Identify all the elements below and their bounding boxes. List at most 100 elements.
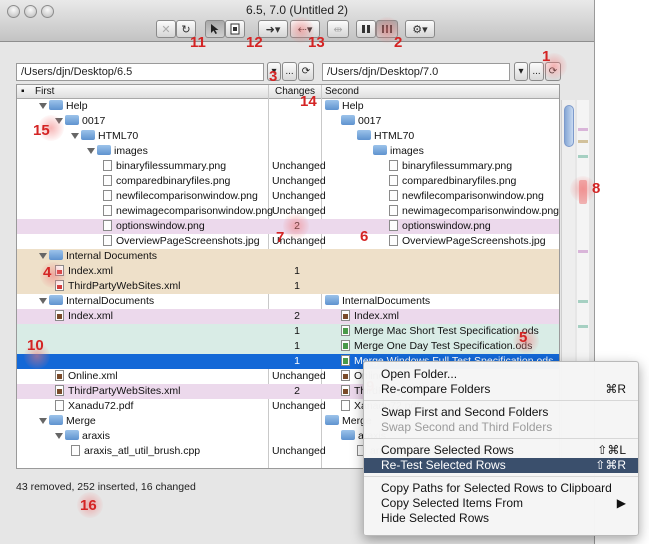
menu-item-shortcut: ⇧⌘L <box>597 443 626 457</box>
disclosure-triangle-icon[interactable] <box>55 433 63 439</box>
first-name-label: newfilecomparisonwindow.png <box>116 190 258 202</box>
menu-item[interactable]: Copy Paths for Selected Rows to Clipboar… <box>364 481 638 496</box>
menu-item[interactable]: Re-compare Folders ⌘R <box>364 382 638 397</box>
table-row[interactable]: InternalDocuments InternalDocuments <box>17 294 559 309</box>
table-row[interactable]: 1 Merge One Day Test Specification.ods <box>17 339 559 354</box>
disclosure-triangle-icon[interactable] <box>39 103 47 109</box>
disclosure-triangle-icon[interactable] <box>87 148 95 154</box>
second-name-label: Help <box>342 100 364 112</box>
file-icon <box>103 160 112 171</box>
table-row[interactable]: ThirdPartyWebSites.xml 1 <box>17 279 559 294</box>
overview-mark <box>578 250 588 253</box>
changes-cell: Unchanged <box>272 175 326 187</box>
folder-icon <box>341 430 355 440</box>
second-name-cell: Help <box>325 100 364 112</box>
overview-mark <box>578 155 588 158</box>
folder-icon <box>325 100 339 110</box>
menu-item[interactable]: Open Folder... <box>364 367 638 382</box>
changes-cell: Unchanged <box>272 445 326 457</box>
menu-item[interactable]: Re-Test Selected Rows ⇧⌘R <box>364 458 638 473</box>
callout-13: 13 <box>308 34 325 51</box>
second-name-cell: images <box>373 145 424 157</box>
second-name-cell: Merge Mac Short Test Specification.ods <box>341 325 539 337</box>
menu-item-shortcut: ⇧⌘R <box>595 458 626 472</box>
select-pointer-button[interactable] <box>205 20 225 38</box>
first-folder-path-input[interactable]: /Users/djn/Desktop/6.5 <box>16 63 264 81</box>
second-name-cell: Merge One Day Test Specification.ods <box>341 340 532 352</box>
cancel-button[interactable]: ✕ <box>156 20 176 38</box>
menu-item[interactable]: Compare Selected Rows ⇧⌘L <box>364 443 638 458</box>
callout-5: 5 <box>519 329 528 346</box>
scrollbar-thumb[interactable] <box>564 105 574 147</box>
second-name-label: HTML70 <box>374 130 415 142</box>
second-name-label: images <box>390 145 424 157</box>
second-name-label: Index.xml <box>354 310 399 322</box>
callout-4: 4 <box>43 264 52 281</box>
menu-item-label: Swap First and Second Folders <box>381 405 549 419</box>
first-name-cell: Online.xml <box>55 370 118 382</box>
first-name-label: ThirdPartyWebSites.xml <box>68 280 181 292</box>
first-name-cell: comparedbinaryfiles.png <box>103 175 230 187</box>
table-row[interactable]: Help Help <box>17 99 559 114</box>
first-name-label: 0017 <box>82 115 106 127</box>
table-row[interactable]: Index.xml 1 <box>17 264 559 279</box>
first-name-label: araxis <box>82 430 111 442</box>
actions-menu-button[interactable]: ⚙ ▾ <box>405 20 435 38</box>
folder-icon <box>49 295 63 305</box>
second-folder-path-input[interactable]: /Users/djn/Desktop/7.0 <box>322 63 510 81</box>
file-icon <box>55 370 64 381</box>
table-row[interactable]: binaryfilessummary.png Unchanged binaryfil… <box>17 159 559 174</box>
merge-button[interactable]: ⇹ <box>327 20 349 38</box>
first-name-cell: HTML70 <box>71 130 138 142</box>
file-icon <box>55 385 64 396</box>
first-name-label: araxis_atl_util_brush.cpp <box>84 445 201 457</box>
disclosure-triangle-icon[interactable] <box>39 298 47 304</box>
table-row[interactable]: 1 Merge Mac Short Test Specification.ods <box>17 324 559 339</box>
callout-8: 8 <box>592 180 601 197</box>
first-path-browse-button[interactable]: ... <box>282 62 297 81</box>
menu-separator <box>364 476 638 477</box>
pointer-icon <box>211 24 219 34</box>
two-way-layout-button[interactable] <box>356 20 376 38</box>
first-name-label: optionswindow.png <box>116 220 205 232</box>
table-row[interactable]: Index.xml 2 Index.xml <box>17 309 559 324</box>
second-name-cell: newfilecomparisonwindow.png <box>389 190 544 202</box>
disclosure-triangle-icon[interactable] <box>39 253 47 259</box>
callout-2: 2 <box>394 34 403 51</box>
chevron-down-icon: ▾ <box>274 23 281 36</box>
header-first[interactable]: First <box>35 86 54 97</box>
first-name-cell: images <box>87 145 148 157</box>
menu-item-label: Copy Selected Items From <box>381 496 524 510</box>
file-icon <box>341 325 350 336</box>
first-name-cell: binaryfilessummary.png <box>103 160 226 172</box>
callout-10: 10 <box>27 337 44 354</box>
callout-1: 1 <box>542 48 551 65</box>
folder-icon <box>81 130 95 140</box>
callout-6: 6 <box>360 228 369 245</box>
table-row[interactable]: images images <box>17 144 559 159</box>
first-name-label: Internal Documents <box>66 250 158 262</box>
second-path-dropdown[interactable]: ▾ <box>514 62 528 81</box>
folder-icon <box>65 115 79 125</box>
second-name-cell: binaryfilessummary.png <box>389 160 512 172</box>
disclosure-triangle-icon[interactable] <box>39 418 47 424</box>
folder-icon <box>49 250 63 260</box>
file-icon <box>389 235 398 246</box>
menu-item[interactable]: Copy Selected Items From ▶ <box>364 496 638 511</box>
changes-cell: 1 <box>294 340 300 352</box>
table-row[interactable]: comparedbinaryfiles.png Unchanged compared… <box>17 174 559 189</box>
table-row[interactable]: newfilecomparisonwindow.png Unchanged newf… <box>17 189 559 204</box>
table-row[interactable]: HTML70 HTML70 <box>17 129 559 144</box>
table-row[interactable]: Internal Documents <box>17 249 559 264</box>
menu-item[interactable]: Swap First and Second Folders <box>364 405 638 420</box>
menu-item[interactable]: Hide Selected Rows <box>364 511 638 526</box>
first-name-label: images <box>114 145 148 157</box>
second-name-label: Merge One Day Test Specification.ods <box>354 340 533 352</box>
second-name-label: newfilecomparisonwindow.png <box>402 190 544 202</box>
disclosure-triangle-icon[interactable] <box>71 133 79 139</box>
document-button[interactable] <box>225 20 245 38</box>
table-row[interactable]: 0017 0017 <box>17 114 559 129</box>
header-second[interactable]: Second <box>325 86 359 97</box>
first-path-history-button[interactable]: ⟳ <box>298 62 314 81</box>
overview-mark <box>578 140 588 143</box>
